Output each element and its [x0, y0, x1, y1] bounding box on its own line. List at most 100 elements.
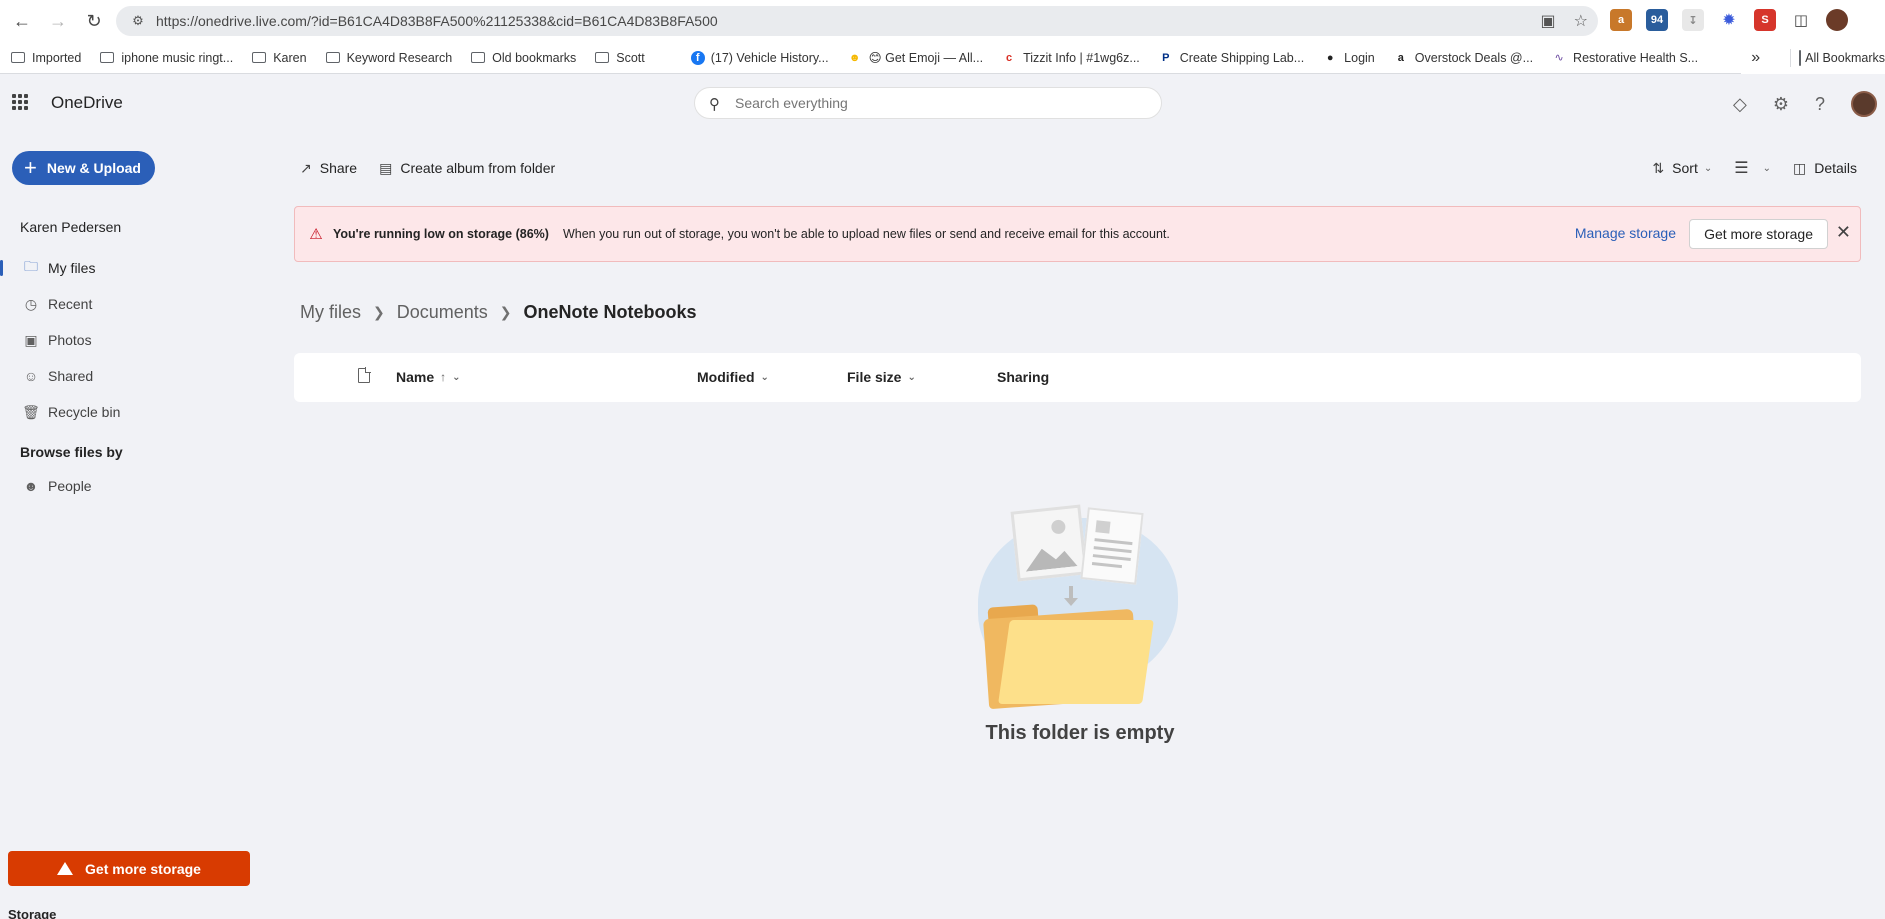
search-input[interactable] [735, 95, 1135, 111]
extensions-bar: a 94 ↧ ✹ S ◫ [1610, 9, 1848, 31]
bookmark-item[interactable]: P Create Shipping Lab... [1158, 51, 1304, 65]
bookmark-item[interactable]: Old bookmarks [470, 51, 576, 65]
back-icon[interactable]: ← [8, 7, 36, 35]
create-album-button[interactable]: ▤ Create album from folder [379, 160, 555, 177]
puzzle-icon[interactable]: ◫ [1790, 9, 1812, 31]
bookmark-item[interactable]: iphone music ringt... [99, 51, 233, 65]
breadcrumb-current: OneNote Notebooks [523, 302, 697, 322]
storage-warning-banner: ⚠ You're running low on storage (86%) Wh… [294, 206, 1861, 262]
empty-folder-illustration [960, 500, 1200, 710]
bookmark-item[interactable]: Scott [594, 51, 645, 65]
bookmark-item[interactable]: ☻ 😊 Get Emoji — All... [847, 50, 983, 65]
view-commands: ⇅ Sort ⌄ ☰ ⌄ ◫ Details [1652, 152, 1857, 184]
emoji-icon: ☻ [848, 51, 861, 64]
folder-icon [1799, 50, 1802, 66]
header-actions: ◇ ⚙ ? [1733, 91, 1877, 117]
avatar[interactable] [1851, 91, 1877, 117]
bookmark-item[interactable]: a Overstock Deals @... [1393, 51, 1533, 65]
search-icon: ⚲ [709, 96, 720, 113]
browser-toolbar: ← → ↻ ⚙ https://onedrive.live.com/?id=B6… [0, 0, 1885, 42]
user-name: Karen Pedersen [20, 219, 122, 235]
bookmark-item[interactable]: ∿ Restorative Health S... [1551, 51, 1698, 65]
share-button[interactable]: ↗ Share [300, 160, 357, 177]
extension-icon[interactable]: 94 [1646, 9, 1668, 31]
help-icon[interactable]: ? [1815, 94, 1825, 115]
chevron-double-right-icon[interactable]: » [1751, 49, 1760, 67]
view-options-button[interactable]: ☰ ⌄ [1734, 158, 1771, 178]
sidebar-nav: 🗀 My files ◷ Recent ▣ Photos ☺ Shared 🗑 … [0, 250, 260, 430]
site-info-icon[interactable]: ⚙ [130, 13, 146, 29]
folder-icon [325, 51, 341, 65]
plus-icon: + [24, 155, 37, 180]
search-box[interactable]: ⚲ [694, 87, 1162, 119]
breadcrumb-item-documents[interactable]: Documents [397, 302, 488, 323]
address-bar[interactable]: ⚙ https://onedrive.live.com/?id=B61CA4D8… [116, 6, 1598, 36]
forward-icon[interactable]: → [44, 7, 72, 35]
chevron-down-icon: ⌄ [907, 371, 916, 383]
gear-icon[interactable]: ⚙ [1773, 94, 1789, 115]
bookmarks-bar: Imported iphone music ringt... Karen Key… [0, 42, 1885, 74]
url-text[interactable]: https://onedrive.live.com/?id=B61CA4D83B… [156, 13, 718, 29]
folder-icon [470, 51, 486, 65]
reload-icon[interactable]: ↻ [80, 7, 108, 35]
extension-icon[interactable]: ↧ [1682, 9, 1704, 31]
column-header-file-size[interactable]: File size ⌄ [847, 369, 916, 385]
column-header-modified[interactable]: Modified ⌄ [697, 369, 769, 385]
folder-icon [251, 51, 267, 65]
paypal-icon: P [1162, 51, 1170, 64]
sidebar-item-photos[interactable]: ▣ Photos [0, 322, 260, 358]
sidebar-item-recent[interactable]: ◷ Recent [0, 286, 260, 322]
bookmark-item[interactable]: ● Login [1322, 51, 1375, 65]
bookmark-star-icon[interactable]: ☆ [1574, 11, 1588, 31]
clock-icon: ◷ [24, 295, 38, 312]
extension-icon[interactable]: a [1610, 9, 1632, 31]
bookmarks-overflow: » All Bookmarks [1741, 42, 1885, 74]
sidebar-item-people[interactable]: ☻ People [0, 468, 260, 504]
profile-avatar[interactable] [1826, 9, 1848, 31]
sidebar-item-shared[interactable]: ☺ Shared [0, 358, 260, 394]
banner-get-more-storage-button[interactable]: Get more storage [1689, 219, 1828, 249]
folder-front [998, 620, 1154, 704]
column-header-name[interactable]: Name ↑ ⌄ [396, 369, 461, 385]
sort-icon: ⇅ [1652, 159, 1665, 176]
chevron-right-icon: ❯ [373, 304, 385, 320]
chevron-down-icon: ⌄ [452, 371, 461, 383]
app-title[interactable]: OneDrive [51, 93, 123, 113]
close-icon[interactable]: ✕ [1836, 222, 1851, 243]
file-list-header: Name ↑ ⌄ Modified ⌄ File size ⌄ Sharing [294, 353, 1861, 402]
details-button[interactable]: ◫ Details [1793, 160, 1857, 177]
bookmark-item[interactable]: Imported [10, 51, 81, 65]
details-pane-icon: ◫ [1792, 159, 1807, 176]
photo-icon: ▣ [24, 331, 38, 348]
people-icon: ☺ [23, 368, 39, 384]
bookmark-item[interactable]: Karen [251, 51, 307, 65]
chevron-down-icon: ⌄ [760, 371, 769, 383]
premium-diamond-icon[interactable]: ◇ [1733, 94, 1747, 115]
extension-icon[interactable]: S [1754, 9, 1776, 31]
sidebar-people-section: ☻ People [0, 468, 260, 504]
install-app-icon[interactable]: ▣ [1541, 11, 1556, 31]
sidebar-item-my-files[interactable]: 🗀 My files [0, 250, 260, 286]
command-bar: ↗ Share ▤ Create album from folder [300, 152, 577, 184]
folder-icon [594, 51, 610, 65]
column-header-sharing[interactable]: Sharing [997, 369, 1049, 385]
folder-icon [10, 51, 26, 65]
sidebar-item-recycle-bin[interactable]: 🗑 Recycle bin [0, 394, 260, 430]
extension-icon[interactable]: ✹ [1718, 9, 1740, 31]
new-upload-button[interactable]: + New & Upload [12, 151, 155, 185]
folder-icon: 🗀 [24, 258, 38, 274]
manage-storage-link[interactable]: Manage storage [1575, 225, 1676, 241]
get-more-storage-button[interactable]: Get more storage [8, 851, 250, 886]
bookmark-item[interactable]: Keyword Research [325, 51, 452, 65]
warning-icon: ⚠ [309, 226, 323, 243]
list-view-icon: ☰ [1734, 160, 1749, 177]
sort-button[interactable]: ⇅ Sort ⌄ [1652, 160, 1712, 177]
sort-ascending-icon: ↑ [440, 370, 447, 384]
all-bookmarks[interactable]: All Bookmarks [1805, 51, 1885, 65]
app-launcher-icon[interactable] [12, 94, 28, 110]
bookmark-item[interactable]: c Tizzit Info | #1wg6z... [1001, 51, 1140, 65]
breadcrumb-item-my-files[interactable]: My files [300, 302, 361, 323]
bookmark-item[interactable]: f (17) Vehicle History... [690, 50, 829, 65]
photo-icon [1010, 504, 1088, 582]
album-icon: ▤ [379, 159, 393, 176]
